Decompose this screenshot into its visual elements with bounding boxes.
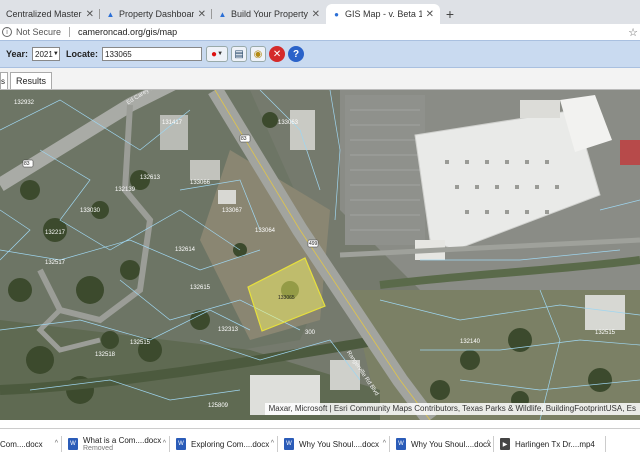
browser-tab-gis-map[interactable]: ● GIS Map - v. Beta 1.1 - Camero ✕ [326,4,440,24]
parcel-label: 132615 [190,285,211,291]
road-label: Ed Carey Dr [125,90,158,107]
tab-label: s [1,76,5,86]
divider [69,27,71,37]
browser-tab-1[interactable]: Centralized Master Bidders Lis ✕ [0,4,100,24]
parcel-label: 132217 [45,230,66,236]
parcel-label: 132139 [115,187,136,193]
info-icon[interactable]: i [2,27,12,37]
close-icon: ✕ [272,48,282,60]
download-item[interactable]: W What is a Com....docx Removed ^ [62,430,170,458]
chevron-down-icon: ▼ [52,51,59,57]
parcel-label: 132613 [140,175,161,181]
locate-pin-button[interactable]: ● ▼ [206,46,229,62]
close-tab-icon[interactable]: ✕ [312,9,320,20]
locate-input[interactable]: 133065 [102,47,203,61]
word-doc-icon: W [176,438,186,450]
help-button[interactable]: ? [288,46,305,62]
parcel-label: 133067 [222,208,243,214]
parcel-label: 131417 [162,120,183,126]
chevron-up-icon[interactable]: ^ [271,440,274,447]
print-button[interactable]: ▤ [231,46,248,62]
clear-button[interactable]: ✕ [269,46,286,62]
parcel-label: 133064 [255,228,276,234]
layers-button[interactable]: ◉ [250,46,267,62]
database-icon: ◉ [253,48,263,60]
download-item[interactable]: W Exploring Com....docx ^ [170,430,278,458]
gis-toolbar: Year: 2021 ▼ Locate: 133065 ● ▼ ▤ ◉ ✕ ? [0,40,640,68]
download-name: Exploring Com....docx [191,439,270,449]
download-item[interactable]: W Why You Shoul....docx ^ [278,430,390,458]
parcel-label: 132313 [218,327,239,333]
chevron-up-icon[interactable]: ^ [383,440,386,447]
parcel-label: 132518 [95,352,116,358]
download-name: What is a Com....docx [83,436,162,445]
chevron-up-icon[interactable]: ^ [487,440,490,447]
locate-label: Locate: [66,49,99,59]
new-tab-button[interactable]: + [440,4,460,24]
parcel-label: 132517 [45,260,66,266]
year-select[interactable]: 2021 ▼ [32,47,61,61]
browser-tabstrip: Centralized Master Bidders Lis ✕ ▲ Prope… [0,0,640,24]
route-shield-label: 83 [241,136,247,142]
tab-title: Centralized Master Bidders Lis [6,9,82,19]
bookmark-star-icon[interactable]: ☆ [628,26,638,39]
locate-value: 133065 [105,49,132,59]
tab-label: Results [16,76,47,86]
close-tab-icon[interactable]: ✕ [86,9,94,20]
parcel-label: 133066 [190,180,211,186]
tab-results[interactable]: Results [10,72,53,89]
property-favicon-icon: ▲ [106,9,115,19]
map-attribution: Maxar, Microsoft | Esri Community Maps C… [264,403,640,415]
download-item[interactable]: ▶ Harlingen Tx Dr....mp4 [494,430,606,458]
year-value: 2021 [35,49,53,59]
browser-tab-3[interactable]: ▲ Build Your Property | Crexi.com ✕ [212,4,326,24]
parcel-label: 125809 [208,403,229,409]
parcel-label: 133063 [278,120,299,126]
gis-map[interactable]: 83 83 499 Ed Carey Dr Rangerville Rd Blv… [0,90,640,420]
security-status: Not Secure [16,27,62,37]
download-item[interactable]: W Why You Shoul....docx ^ [390,430,494,458]
tab-title: Property Dashboard | Whalen [119,9,194,19]
download-name: Com....docx [0,439,43,449]
chevron-down-icon: ▼ [217,51,224,57]
year-label: Year: [6,49,29,59]
video-file-icon: ▶ [500,438,510,450]
download-item[interactable]: Com....docx ^ [0,430,62,458]
parcel-label: 132932 [14,100,35,106]
download-name: Why You Shoul....docx [411,439,492,449]
downloads-bar: Com....docx ^ W What is a Com....docx Re… [0,428,640,459]
printer-icon: ▤ [234,48,244,60]
close-tab-icon[interactable]: ✕ [198,9,206,20]
address-bar[interactable]: i Not Secure cameroncad.org/gis/map ☆ [0,24,640,40]
globe-favicon-icon: ● [334,9,339,19]
chevron-up-icon[interactable]: ^ [163,440,166,447]
tab-search[interactable]: s [0,72,8,89]
close-tab-icon[interactable]: ✕ [426,9,434,20]
question-icon: ? [292,48,300,60]
tab-title: GIS Map - v. Beta 1.1 - Camero [345,9,422,19]
results-tabbar: s Results [0,68,640,90]
browser-tab-2[interactable]: ▲ Property Dashboard | Whalen ✕ [100,4,212,24]
url-text[interactable]: cameroncad.org/gis/map [78,27,177,37]
tab-title: Build Your Property | Crexi.com [231,9,308,19]
parcel-label: 132140 [460,339,481,345]
selected-parcel-label: 133065 [278,295,295,301]
word-doc-icon: W [68,438,78,450]
route-shield-label: 83 [24,161,30,167]
download-status: Removed [83,445,113,452]
download-name: Why You Shoul....docx [299,439,380,449]
parcel-label: 133030 [80,208,101,214]
parcel-label: 300 [305,330,316,336]
property-favicon-icon: ▲ [218,9,227,19]
road-label: Rangerville Rd Blvd [345,350,380,398]
word-doc-icon: W [284,438,294,450]
chevron-up-icon[interactable]: ^ [55,440,58,447]
parcel-label: 132614 [175,247,196,253]
parcel-label: 132515 [595,330,616,336]
parcel-label: 132515 [130,340,151,346]
word-doc-icon: W [396,438,406,450]
download-name: Harlingen Tx Dr....mp4 [515,439,595,449]
route-shield-label: 499 [309,241,318,247]
